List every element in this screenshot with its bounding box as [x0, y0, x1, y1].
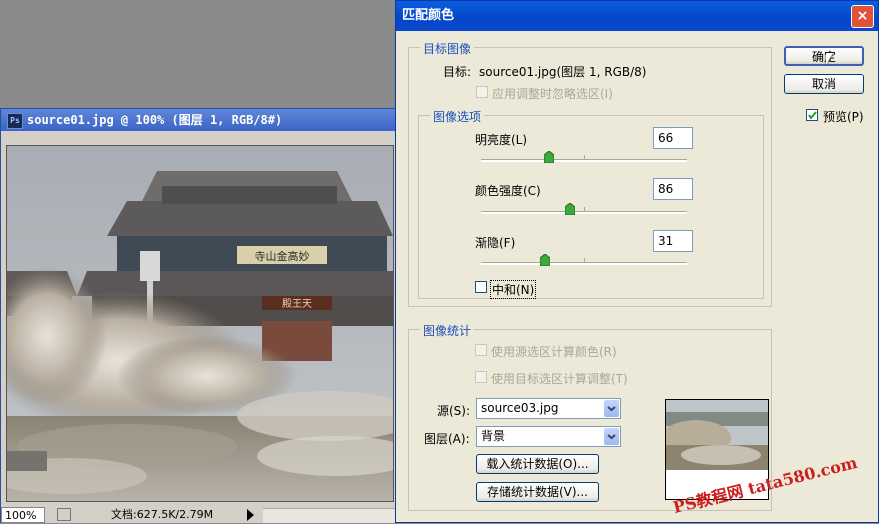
dialog-title-bar[interactable]: 匹配颜色: [396, 1, 878, 31]
target-label: 目标:: [443, 65, 472, 79]
fade-slider-track[interactable]: [481, 253, 687, 267]
layer-select[interactable]: 背景: [476, 426, 621, 447]
preview-label: 预览(P): [823, 110, 864, 124]
use-source-selection-label: 使用源选区计算颜色(R): [491, 345, 617, 359]
save-stats-button[interactable]: 存储统计数据(V)...: [476, 482, 599, 502]
image-options-group-label: 图像选项: [430, 108, 485, 125]
gate-sign-text: 殿王天: [282, 298, 312, 310]
neutralize-checkbox[interactable]: [475, 281, 487, 293]
slider-center-tick: [584, 155, 585, 159]
slider-thumb[interactable]: [543, 150, 555, 164]
ignore-selection-checkbox[interactable]: [476, 86, 488, 98]
chevron-down-icon: [604, 400, 619, 417]
status-menu-icon[interactable]: [57, 508, 71, 521]
color-intensity-label: 颜色强度(C): [475, 184, 541, 198]
slider-thumb[interactable]: [564, 202, 576, 216]
zoom-field[interactable]: 100%: [1, 507, 45, 523]
target-image-group-label: 目标图像: [420, 40, 475, 57]
luminance-slider-track[interactable]: [481, 150, 687, 164]
document-title-bar[interactable]: Ps source01.jpg @ 100% (图层 1, RGB/8#): [1, 109, 395, 131]
horizontal-scrollbar[interactable]: [263, 508, 395, 523]
document-size-info: 文档:627.5K/2.79M: [111, 508, 214, 521]
chevron-down-icon: [604, 428, 619, 445]
mouse-cursor-icon: [826, 53, 833, 65]
slider-center-tick: [584, 258, 585, 262]
image-options-group: [418, 115, 764, 299]
match-color-dialog: 匹配颜色 × 确定 取消 预览(P) 目标图像 目标: source01.jpg…: [395, 0, 879, 523]
cancel-button[interactable]: 取消: [784, 74, 864, 94]
close-button[interactable]: ×: [851, 5, 874, 28]
luminance-input[interactable]: 66: [653, 127, 693, 149]
load-stats-button[interactable]: 载入统计数据(O)...: [476, 454, 599, 474]
ok-button[interactable]: 确定: [784, 46, 864, 66]
document-window: Ps source01.jpg @ 100% (图层 1, RGB/8#) 寺山金…: [0, 108, 396, 523]
source-label: 源(S):: [437, 404, 471, 418]
source-select[interactable]: source03.jpg: [476, 398, 621, 419]
preview-checkbox[interactable]: [806, 109, 818, 121]
fade-input[interactable]: 31: [653, 230, 693, 252]
status-bar: 100% 文档:627.5K/2.79M: [1, 507, 395, 523]
use-target-selection-label: 使用目标选区计算调整(T): [491, 372, 628, 386]
use-source-selection-checkbox[interactable]: [475, 344, 487, 356]
temple-sign-text: 寺山金高妙: [255, 249, 310, 263]
layer-label: 图层(A):: [424, 432, 470, 446]
use-target-selection-checkbox[interactable]: [475, 371, 487, 383]
play-arrow-icon[interactable]: [247, 509, 254, 521]
fade-label: 渐隐(F): [475, 236, 516, 250]
image-canvas[interactable]: 寺山金高妙 殿王天: [6, 145, 394, 502]
source-select-value: source03.jpg: [481, 401, 559, 415]
temple-flood-image: 寺山金高妙 殿王天: [7, 146, 393, 501]
target-value: source01.jpg(图层 1, RGB/8): [479, 65, 647, 79]
layer-select-value: 背景: [481, 429, 506, 443]
slider-center-tick: [584, 207, 585, 211]
checkmark-icon: [808, 111, 817, 120]
color-intensity-input[interactable]: 86: [653, 178, 693, 200]
document-title: source01.jpg @ 100% (图层 1, RGB/8#): [27, 113, 283, 127]
image-stats-group-label: 图像统计: [420, 322, 475, 339]
ignore-selection-label: 应用调整时忽略选区(I): [492, 87, 613, 101]
photoshop-icon: Ps: [7, 112, 23, 129]
color-intensity-slider-track[interactable]: [481, 202, 687, 216]
dialog-title: 匹配颜色: [402, 8, 455, 23]
luminance-label: 明亮度(L): [475, 133, 528, 147]
neutralize-label: 中和(N): [490, 280, 537, 299]
slider-thumb[interactable]: [539, 253, 551, 267]
